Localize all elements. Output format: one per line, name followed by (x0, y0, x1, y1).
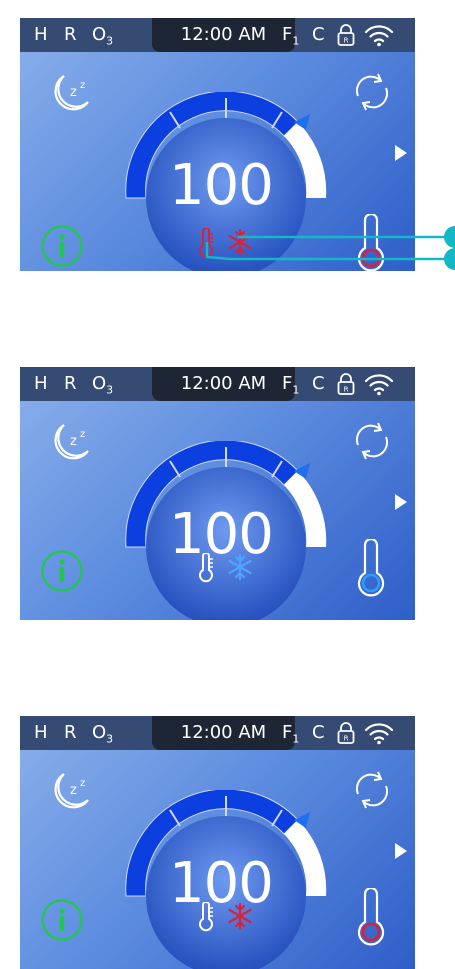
sleep-moon-icon[interactable]: z z (44, 766, 96, 818)
callout-marker-b (444, 248, 455, 270)
thermostat-screen-2: H R O3 12:00 AM F1 C R z z 100 (20, 367, 415, 620)
svg-text:z: z (80, 429, 85, 440)
heater-indicator: H (34, 722, 48, 743)
thermometer-icon[interactable] (354, 539, 388, 599)
info-icon[interactable] (40, 898, 84, 942)
cycle-arrows-icon[interactable] (350, 419, 394, 463)
status-bar: H R O3 12:00 AM F1 C R (20, 367, 415, 401)
heat-icon (199, 902, 213, 932)
clean-indicator: C (312, 373, 325, 394)
heat-icon (199, 553, 213, 583)
clock[interactable]: 12:00 AM (152, 716, 295, 750)
clock[interactable]: 12:00 AM (152, 367, 295, 401)
filter-indicator: F1 (282, 373, 300, 397)
svg-text:z: z (70, 783, 77, 798)
filter-indicator: F1 (282, 722, 300, 746)
callout-lines (205, 226, 455, 270)
callout-marker-a (444, 226, 455, 248)
play-arrow-icon[interactable] (394, 493, 408, 511)
info-icon[interactable] (40, 549, 84, 593)
lock-icon[interactable]: R (336, 372, 356, 396)
svg-text:z: z (80, 778, 85, 789)
setpoint-value: 100 (169, 851, 274, 916)
sleep-moon-icon[interactable]: z z (44, 417, 96, 469)
heater-indicator: H (34, 373, 48, 394)
thermometer-icon[interactable] (354, 888, 388, 948)
svg-text:z: z (70, 434, 77, 449)
wifi-icon (364, 723, 394, 745)
svg-text:R: R (344, 735, 349, 743)
thermostat-screen-3: H R O3 12:00 AM F1 C R z z 100 (20, 716, 415, 969)
ozone-indicator: O3 (92, 722, 114, 746)
lock-icon[interactable]: R (336, 721, 356, 745)
wifi-icon (364, 374, 394, 396)
clean-indicator: C (312, 722, 325, 743)
play-arrow-icon[interactable] (394, 842, 408, 860)
status-bar: H R O3 12:00 AM F1 C R (20, 716, 415, 750)
cycle-arrows-icon[interactable] (350, 768, 394, 812)
cool-snowflake-icon (228, 902, 252, 930)
recirc-indicator: R (64, 373, 77, 394)
svg-text:R: R (344, 386, 349, 394)
setpoint-value: 100 (169, 502, 274, 567)
cool-snowflake-icon (228, 553, 252, 581)
recirc-indicator: R (64, 722, 77, 743)
ozone-indicator: O3 (92, 373, 114, 397)
